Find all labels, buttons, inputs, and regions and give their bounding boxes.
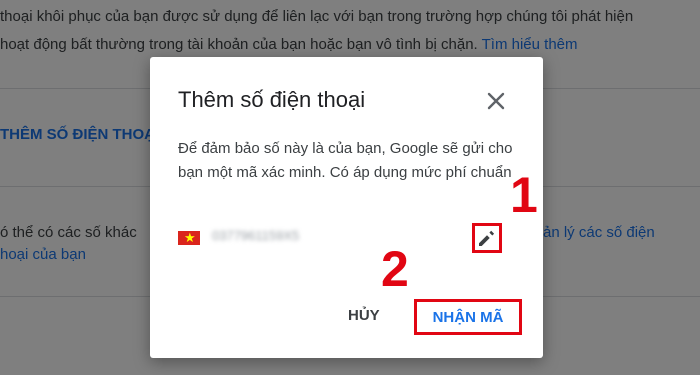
dialog-description: Để đảm bảo số này là của bạn, Google sẽ … — [178, 140, 513, 181]
get-code-button[interactable]: NHẬN MÃ — [414, 299, 522, 335]
step-1-marker: 1 — [510, 167, 538, 223]
edit-phone-button[interactable] — [472, 223, 502, 253]
close-button[interactable] — [482, 87, 510, 115]
dialog-title: Thêm số điện thoại — [178, 87, 366, 112]
pencil-icon — [479, 230, 495, 246]
cancel-button[interactable]: HỦY — [348, 307, 380, 324]
step-2-marker: 2 — [381, 241, 409, 297]
close-icon — [487, 92, 505, 110]
phone-number: 0377961159X5 — [212, 228, 300, 243]
phone-row: ★ 0377961159X5 — [178, 227, 518, 249]
add-phone-dialog: Thêm số điện thoại Để đảm bảo số này là … — [150, 57, 543, 358]
vietnam-flag-icon: ★ — [178, 230, 200, 245]
